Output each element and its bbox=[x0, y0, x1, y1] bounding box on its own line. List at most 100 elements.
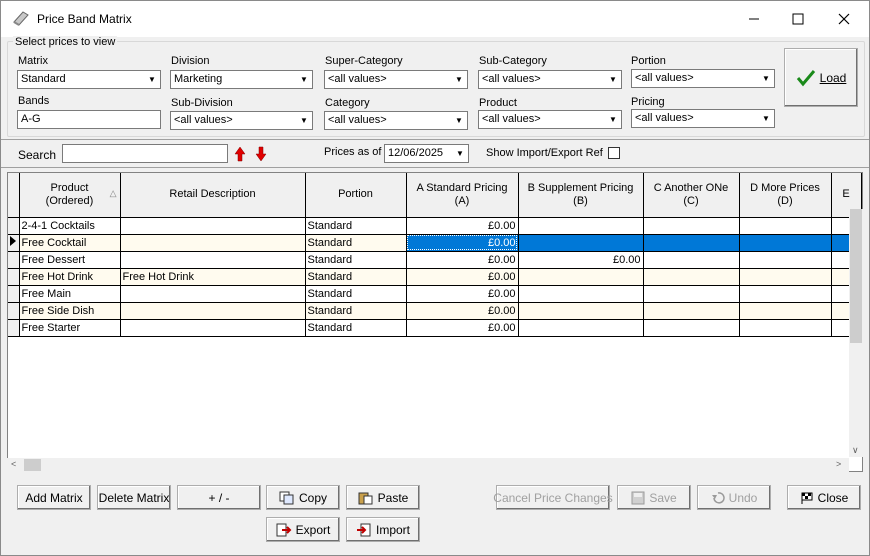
grid-cell-portion[interactable]: Standard bbox=[305, 251, 407, 269]
grid-cell-product[interactable]: Free Starter bbox=[19, 319, 121, 337]
super-category-select[interactable]: <all values> ▼ bbox=[324, 70, 468, 89]
load-button[interactable]: Load bbox=[784, 48, 858, 107]
scroll-left-icon[interactable]: < bbox=[11, 459, 16, 469]
column-header[interactable]: C Another ONe (C) bbox=[643, 173, 740, 218]
copy-button[interactable]: Copy bbox=[266, 485, 340, 510]
grid-cell-d[interactable] bbox=[739, 251, 832, 269]
column-header[interactable]: D More Prices (D) bbox=[739, 173, 832, 218]
grid-cell-b[interactable] bbox=[518, 302, 644, 320]
grid-cell-portion[interactable]: Standard bbox=[305, 217, 407, 235]
grid-cell-d[interactable] bbox=[739, 234, 832, 252]
maximize-button[interactable] bbox=[775, 1, 821, 37]
row-indicator[interactable] bbox=[8, 217, 20, 235]
product-select[interactable]: <all values> ▼ bbox=[478, 110, 622, 129]
scroll-thumb[interactable] bbox=[850, 209, 862, 343]
grid-cell-c[interactable] bbox=[643, 251, 740, 269]
horizontal-scrollbar[interactable]: < > bbox=[7, 458, 849, 472]
import-button[interactable]: Import bbox=[346, 517, 420, 542]
grid-cell-product[interactable]: Free Cocktail bbox=[19, 234, 121, 252]
grid-cell-d[interactable] bbox=[739, 217, 832, 235]
grid-cell-b[interactable] bbox=[518, 285, 644, 303]
row-indicator[interactable] bbox=[8, 234, 20, 252]
grid-cell-portion[interactable]: Standard bbox=[305, 234, 407, 252]
row-indicator[interactable] bbox=[8, 319, 20, 337]
matrix-select[interactable]: Standard ▼ bbox=[17, 70, 161, 89]
arrow-up-icon[interactable] bbox=[234, 146, 246, 162]
row-indicator[interactable] bbox=[8, 302, 20, 320]
scroll-thumb[interactable] bbox=[24, 459, 41, 471]
scroll-down-icon[interactable]: ∨ bbox=[852, 445, 859, 456]
grid-cell-product[interactable]: Free Main bbox=[19, 285, 121, 303]
row-indicator[interactable] bbox=[8, 268, 20, 286]
arrow-down-icon[interactable] bbox=[255, 146, 267, 162]
column-header[interactable]: Portion bbox=[305, 173, 407, 218]
grid-cell-product[interactable]: 2-4-1 Cocktails bbox=[19, 217, 121, 235]
grid-cell-desc[interactable] bbox=[120, 285, 306, 303]
row-indicator[interactable] bbox=[8, 285, 20, 303]
search-input[interactable] bbox=[62, 144, 228, 163]
bands-input[interactable]: A-G bbox=[17, 110, 161, 129]
table-row[interactable]: Free Starter Standard £0.00 bbox=[8, 319, 862, 337]
prices-as-of-date[interactable]: 12/06/2025 ▼ bbox=[384, 144, 469, 163]
grid-cell-c[interactable] bbox=[643, 217, 740, 235]
grid-cell-a[interactable]: £0.00 bbox=[406, 285, 519, 303]
table-row[interactable]: 2-4-1 Cocktails Standard £0.00 bbox=[8, 217, 862, 235]
grid-cell-d[interactable] bbox=[739, 319, 832, 337]
paste-button[interactable]: Paste bbox=[346, 485, 420, 510]
grid-cell-portion[interactable]: Standard bbox=[305, 285, 407, 303]
grid-cell-desc[interactable]: Free Hot Drink bbox=[120, 268, 306, 286]
grid-cell-a[interactable]: £0.00 bbox=[406, 234, 519, 252]
grid-cell-desc[interactable] bbox=[120, 302, 306, 320]
grid-cell-a[interactable]: £0.00 bbox=[406, 319, 519, 337]
grid-cell-c[interactable] bbox=[643, 268, 740, 286]
grid-cell-b[interactable] bbox=[518, 268, 644, 286]
division-select[interactable]: Marketing ▼ bbox=[170, 70, 313, 89]
table-row[interactable]: Free Cocktail Standard £0.00 bbox=[8, 234, 862, 252]
portion-select[interactable]: <all values> ▼ bbox=[631, 69, 775, 88]
grid-cell-portion[interactable]: Standard bbox=[305, 302, 407, 320]
grid-cell-a[interactable]: £0.00 bbox=[406, 302, 519, 320]
vertical-scrollbar[interactable]: ∨ bbox=[849, 209, 863, 457]
grid-cell-c[interactable] bbox=[643, 285, 740, 303]
row-indicator[interactable] bbox=[8, 251, 20, 269]
grid-cell-desc[interactable] bbox=[120, 319, 306, 337]
grid-cell-c[interactable] bbox=[643, 319, 740, 337]
grid-cell-b[interactable] bbox=[518, 319, 644, 337]
table-row[interactable]: Free Dessert Standard £0.00 £0.00 bbox=[8, 251, 862, 269]
grid-cell-product[interactable]: Free Side Dish bbox=[19, 302, 121, 320]
grid-cell-b[interactable]: £0.00 bbox=[518, 251, 644, 269]
grid-cell-product[interactable]: Free Dessert bbox=[19, 251, 121, 269]
pricing-select[interactable]: <all values> ▼ bbox=[631, 109, 775, 128]
close-window-button[interactable] bbox=[821, 1, 867, 37]
category-select[interactable]: <all values> ▼ bbox=[324, 111, 468, 130]
save-button[interactable]: Save bbox=[617, 485, 691, 510]
undo-button[interactable]: Undo bbox=[697, 485, 771, 510]
grid-cell-a[interactable]: £0.00 bbox=[406, 217, 519, 235]
column-header[interactable]: A Standard Pricing (A) bbox=[406, 173, 519, 218]
grid-cell-d[interactable] bbox=[739, 268, 832, 286]
grid-cell-d[interactable] bbox=[739, 302, 832, 320]
table-row[interactable]: Free Hot Drink Free Hot Drink Standard £0.0… bbox=[8, 268, 862, 286]
grid-cell-desc[interactable] bbox=[120, 217, 306, 235]
grid-cell-desc[interactable] bbox=[120, 251, 306, 269]
close-button[interactable]: Close bbox=[787, 485, 861, 510]
sub-category-select[interactable]: <all values> ▼ bbox=[478, 70, 622, 89]
grid-cell-b[interactable] bbox=[518, 217, 644, 235]
add-matrix-button[interactable]: Add Matrix bbox=[17, 485, 91, 510]
delete-matrix-button[interactable]: Delete Matrix bbox=[97, 485, 171, 510]
grid-cell-a[interactable]: £0.00 bbox=[406, 268, 519, 286]
grid-cell-c[interactable] bbox=[643, 302, 740, 320]
plus-minus-button[interactable]: + / - bbox=[177, 485, 261, 510]
column-header[interactable]: B Supplement Pricing (B) bbox=[518, 173, 644, 218]
table-row[interactable]: Free Side Dish Standard £0.00 bbox=[8, 302, 862, 320]
sub-division-select[interactable]: <all values> ▼ bbox=[170, 111, 313, 130]
grid-cell-c[interactable] bbox=[643, 234, 740, 252]
table-row[interactable]: Free Main Standard £0.00 bbox=[8, 285, 862, 303]
cancel-price-changes-button[interactable]: Cancel Price Changes bbox=[493, 485, 613, 510]
grid-cell-d[interactable] bbox=[739, 285, 832, 303]
grid-cell-desc[interactable] bbox=[120, 234, 306, 252]
grid-cell-portion[interactable]: Standard bbox=[305, 268, 407, 286]
export-button[interactable]: Export bbox=[266, 517, 340, 542]
column-header[interactable]: Retail Description bbox=[120, 173, 306, 218]
show-import-export-checkbox[interactable] bbox=[608, 147, 620, 159]
